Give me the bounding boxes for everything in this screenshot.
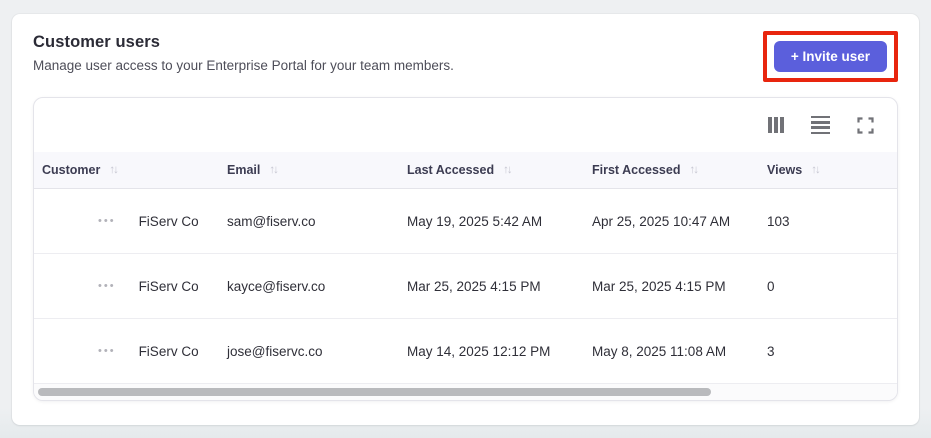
columns-icon[interactable] [768,117,784,133]
column-header-last-accessed[interactable]: Last Accessed ↑↓ [399,163,584,177]
email-cell: jose@fiservc.co [227,343,323,359]
views-cell: 0 [767,278,775,294]
page-subtitle: Manage user access to your Enterprise Po… [33,58,454,73]
views-cell: 103 [767,213,790,229]
page-title: Customer users [33,33,161,51]
customer-cell: ••• FiServ Co [34,279,219,294]
first-accessed-cell: May 8, 2025 11:08 AM [592,343,727,359]
column-label: First Accessed [592,163,681,177]
last-accessed-cell: May 14, 2025 12:12 PM [407,343,551,359]
users-table-card: Customer ↑↓ Email ↑↓ Last Accessed ↑↓ Fi… [33,97,898,401]
invite-user-button[interactable]: + Invite user [773,41,887,72]
column-label: Views [767,163,803,177]
column-header-customer[interactable]: Customer ↑↓ [34,163,219,177]
customer-users-card: Customer users Manage user access to you… [12,14,919,425]
density-icon[interactable] [811,115,830,135]
customer-name: FiServ Co [138,278,199,294]
horizontal-scrollbar-thumb[interactable] [38,388,712,396]
column-label: Email [227,163,261,177]
title-block: Customer users Manage user access to you… [33,33,454,73]
table-row[interactable]: ••• FiServ Co kayce@fiserv.co Mar 25, 20… [34,254,897,319]
customer-name: FiServ Co [138,343,199,359]
fullscreen-icon[interactable] [857,116,874,134]
column-header-views[interactable]: Views ↑↓ [759,163,897,177]
annotation-highlight-box: + Invite user [762,31,898,82]
card-header: Customer users Manage user access to you… [33,31,898,82]
table-toolbar [34,98,897,152]
horizontal-scrollbar-track[interactable] [34,384,897,400]
column-label: Last Accessed [407,163,495,177]
customer-cell: ••• FiServ Co [34,344,219,359]
customer-name: FiServ Co [138,213,199,229]
row-menu-icon[interactable]: ••• [98,215,116,227]
email-cell: sam@fiserv.co [227,213,316,229]
sort-icon[interactable]: ↑↓ [109,164,118,176]
last-accessed-cell: May 19, 2025 5:42 AM [407,213,543,229]
column-header-first-accessed[interactable]: First Accessed ↑↓ [584,163,759,177]
table-row[interactable]: ••• FiServ Co sam@fiserv.co May 19, 2025… [34,189,897,254]
email-cell: kayce@fiserv.co [227,278,326,294]
views-cell: 3 [767,343,775,359]
last-accessed-cell: Mar 25, 2025 4:15 PM [407,278,541,294]
sort-icon[interactable]: ↑↓ [269,164,278,176]
row-menu-icon[interactable]: ••• [98,345,116,357]
first-accessed-cell: Apr 25, 2025 10:47 AM [592,213,731,229]
table-header-row: Customer ↑↓ Email ↑↓ Last Accessed ↑↓ Fi… [34,152,897,189]
column-header-email[interactable]: Email ↑↓ [219,163,399,177]
column-label: Customer [42,163,101,177]
table-row[interactable]: ••• FiServ Co jose@fiservc.co May 14, 20… [34,319,897,384]
sort-icon[interactable]: ↑↓ [811,164,820,176]
customer-cell: ••• FiServ Co [34,214,219,229]
row-menu-icon[interactable]: ••• [98,280,116,292]
first-accessed-cell: Mar 25, 2025 4:15 PM [592,278,726,294]
sort-icon[interactable]: ↑↓ [503,164,512,176]
sort-icon[interactable]: ↑↓ [689,164,698,176]
